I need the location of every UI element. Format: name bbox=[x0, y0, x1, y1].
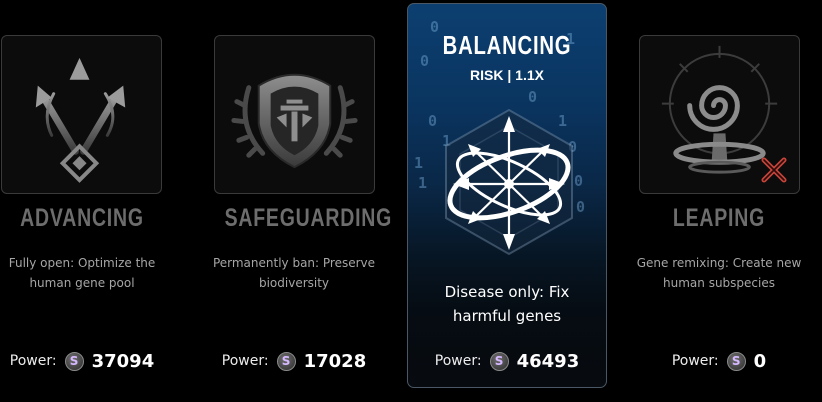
power-label: Power: bbox=[671, 353, 719, 369]
advancing-emblem-icon bbox=[1, 35, 162, 194]
option-description: Disease only: Fix harmful genes bbox=[444, 283, 570, 325]
power-coin-icon: S bbox=[726, 351, 746, 371]
power-row: Power: S 37094 bbox=[0, 349, 164, 373]
power-row: Power: S 0 bbox=[628, 349, 810, 373]
option-balancing-card-selected[interactable]: 0 1 0 0 1 0 1 0 1 0 1 0 BALANCING RISK |… bbox=[407, 3, 607, 388]
risk-multiplier: RISK | 1.1X bbox=[470, 67, 544, 83]
balancing-compass-icon bbox=[445, 108, 573, 256]
power-value: 0 bbox=[753, 350, 767, 372]
option-title: ADVANCING bbox=[20, 204, 144, 232]
power-label: Power: bbox=[434, 353, 482, 369]
power-value: 46493 bbox=[516, 350, 580, 372]
option-description: Gene remixing: Create new human subspeci… bbox=[636, 256, 802, 290]
option-title: SAFEGUARDING bbox=[224, 204, 393, 232]
option-safeguarding[interactable]: SAFEGUARDING Permanently ban: Preserve b… bbox=[205, 0, 393, 402]
binary-digit: 1 bbox=[418, 174, 428, 192]
option-leaping[interactable]: LEAPING Gene remixing: Create new human … bbox=[628, 0, 810, 402]
x-icon bbox=[761, 157, 787, 183]
option-advancing[interactable]: ADVANCING Fully open: Optimize the human… bbox=[0, 0, 164, 402]
power-coin-icon: S bbox=[64, 351, 84, 371]
power-row: Power: S 17028 bbox=[205, 349, 383, 373]
option-description: Permanently ban: Preserve biodiversity bbox=[212, 256, 376, 290]
power-label: Power: bbox=[9, 353, 57, 369]
power-label: Power: bbox=[221, 353, 269, 369]
power-coin-icon: S bbox=[489, 351, 509, 371]
option-title: LEAPING bbox=[672, 204, 766, 232]
safeguarding-shield-icon bbox=[214, 35, 375, 194]
power-value: 17028 bbox=[303, 350, 367, 372]
option-title: BALANCING bbox=[442, 30, 572, 60]
leaping-portal-icon bbox=[639, 35, 800, 194]
power-value: 37094 bbox=[91, 350, 155, 372]
binary-digit: 1 bbox=[414, 154, 424, 172]
power-coin-icon: S bbox=[276, 351, 296, 371]
option-description: Fully open: Optimize the human gene pool bbox=[8, 256, 156, 290]
power-row: Power: S 46493 bbox=[408, 349, 606, 373]
